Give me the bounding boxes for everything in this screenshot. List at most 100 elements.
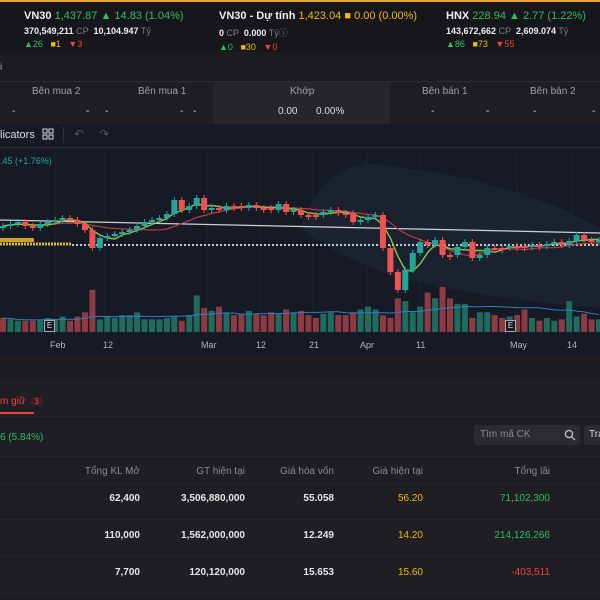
index-value: 1,437.87 — [54, 10, 98, 22]
candle — [253, 205, 260, 208]
orderbook-content: Bên mua 2 Bên mua 1 Khớp Bên bán 1 Bên b… — [0, 82, 600, 124]
sell2-price: - — [533, 106, 537, 117]
price-chart[interactable]: .45 (+1.76%) Feb 12 Mar 12 21 Apr 11 May… — [0, 148, 600, 355]
table-row[interactable]: 62,400 3,506,880,000 55.058 56.20 71,102,300 — [0, 483, 600, 520]
col-header-total-pnl: Tổng lãi — [514, 466, 550, 477]
index-change: ▲ 2.77 (1.22%) — [509, 10, 586, 22]
table-row[interactable]: 110,000 1,562,000,000 12.249 14.20 214,126,2… — [0, 520, 600, 557]
candle — [245, 205, 252, 208]
x-tick-label: 12 — [103, 340, 114, 350]
candle — [491, 248, 498, 250]
volume-bar — [298, 310, 304, 332]
redo-icon[interactable]: ↷ — [99, 127, 109, 141]
section-header: i — [0, 52, 600, 82]
x-tick-label: Mar — [201, 340, 217, 350]
search-input[interactable]: Tìm mã CK — [474, 425, 580, 445]
x-tick-label: 12 — [256, 340, 267, 350]
candle — [432, 240, 439, 245]
candle — [29, 226, 36, 228]
candle — [461, 242, 468, 247]
tab-holdings[interactable]: m giữ 3 — [0, 396, 42, 407]
index-vn30[interactable]: VN30 1,437.87 ▲ 14.83 (1.04%) 370,549,21… — [24, 10, 184, 49]
volume-bar — [573, 316, 580, 332]
index-vn30-forecast[interactable]: VN30 - Dự tính 1,423.04 ■ 0.00 (0.00%) 0… — [219, 10, 417, 52]
total-pnl-cell: 214,126,266 — [494, 530, 550, 541]
unit: CP — [76, 26, 89, 36]
candle — [290, 210, 297, 212]
candle — [566, 241, 573, 245]
active-tab-indicator — [0, 412, 34, 414]
candle — [89, 230, 96, 248]
candle — [387, 248, 394, 272]
ichimoku-cloud — [300, 164, 600, 308]
candle — [171, 200, 178, 214]
volume-bar — [439, 287, 446, 332]
volume-bar — [7, 319, 14, 332]
volume-bar — [350, 312, 357, 332]
volume-bar — [387, 317, 394, 332]
header-sell-1: Bên bán 1 — [422, 86, 468, 97]
candle — [409, 253, 416, 270]
volume-bar — [104, 316, 111, 332]
volume-bar — [193, 295, 200, 332]
candle — [298, 210, 304, 215]
volume-bar — [268, 312, 275, 332]
current-price-cell: 56.20 — [397, 493, 423, 504]
volume-bar — [253, 313, 260, 332]
candle — [573, 235, 580, 241]
earnings-marker[interactable]: E — [505, 320, 516, 332]
search-icon[interactable] — [564, 429, 576, 441]
open-volume-cell: 7,700 — [114, 567, 140, 578]
volume-bar — [528, 317, 535, 332]
candle — [126, 230, 133, 232]
grid-icon[interactable] — [42, 128, 54, 140]
candle — [104, 236, 111, 238]
volume-bar — [394, 298, 401, 332]
index-change: ■ 0.00 (0.00%) — [344, 10, 418, 22]
volume-bar — [469, 317, 476, 332]
candle — [379, 215, 386, 248]
volume-bar — [365, 306, 372, 332]
index-name: VN30 - Dự tính — [219, 10, 296, 22]
candle — [402, 270, 409, 290]
volume-bar — [163, 317, 170, 332]
candle — [506, 246, 513, 248]
candle — [37, 224, 44, 228]
volume-bar — [543, 317, 550, 332]
candle — [447, 255, 453, 257]
candle — [275, 204, 282, 210]
candle — [67, 218, 74, 220]
tab-label: m giữ — [0, 396, 26, 407]
advances: ▲26 — [24, 39, 43, 49]
candle — [454, 247, 461, 255]
trade-button[interactable]: Tra — [584, 425, 600, 445]
volume-bar — [201, 308, 208, 332]
match-dash: - — [193, 106, 197, 117]
volume-bar — [67, 320, 74, 332]
volume-bar — [312, 317, 319, 332]
candle — [156, 218, 163, 220]
volume-bar — [186, 315, 193, 332]
candle — [484, 248, 491, 255]
index-ticker-bar: VN30 1,437.87 ▲ 14.83 (1.04%) 370,549,21… — [0, 0, 600, 52]
earnings-marker[interactable]: E — [44, 320, 55, 332]
undo-icon[interactable]: ↶ — [74, 127, 84, 141]
portfolio-panel: m giữ 3 6 (5.84%) Tìm mã CK Tra Tổng KL … — [0, 380, 600, 600]
candle — [536, 245, 543, 247]
volume-bar — [275, 313, 282, 332]
table-row[interactable]: 7,700 120,120,000 15.653 15.60 -403,511 — [0, 557, 600, 594]
candle — [208, 208, 215, 210]
volume-bar — [581, 313, 588, 332]
sell1-price: - — [431, 106, 435, 117]
volume-bar — [119, 315, 126, 332]
volume-bar — [558, 319, 565, 332]
candle — [350, 213, 357, 222]
candle — [119, 232, 126, 234]
index-hnx[interactable]: HNX 228.94 ▲ 2.77 (1.22%) 143,672,662 CP… — [446, 10, 586, 49]
declines: ▼0 — [263, 42, 278, 52]
volume-bar — [320, 313, 327, 332]
indicators-button[interactable]: licators — [0, 129, 35, 141]
total-pnl-cell: 71,102,300 — [499, 493, 550, 504]
candle — [335, 210, 342, 213]
volume-bar — [536, 320, 543, 332]
